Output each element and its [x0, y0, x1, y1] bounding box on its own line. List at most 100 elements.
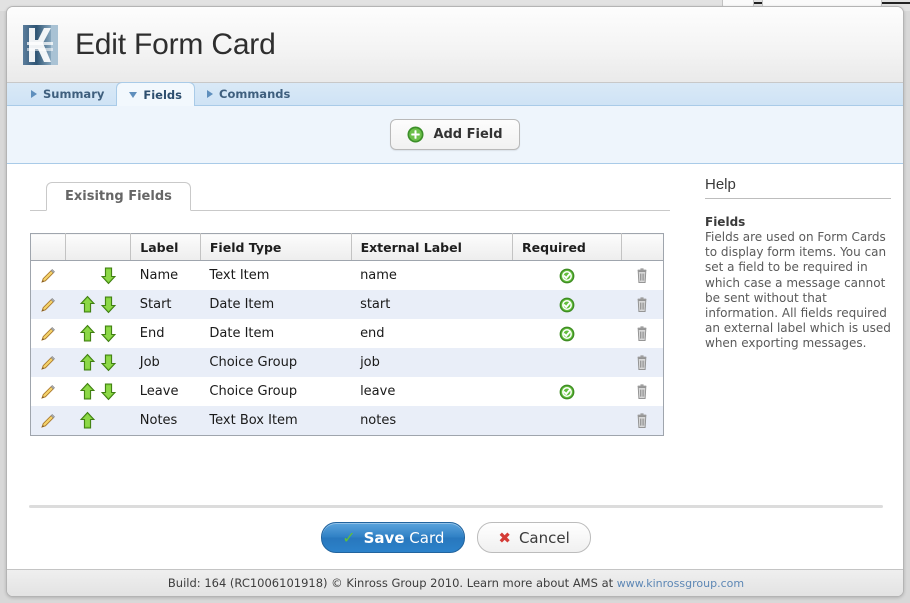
trash-icon[interactable]: [635, 383, 649, 400]
col-header-required: Required: [512, 233, 623, 261]
help-heading: Fields: [705, 215, 746, 229]
row-required-cell: [513, 377, 622, 406]
tab-existing-fields[interactable]: Exisitng Fields: [46, 182, 191, 211]
row-delete-cell[interactable]: [622, 290, 664, 319]
row-external-label-cell: leave: [360, 384, 396, 399]
save-button-rest: Card: [409, 528, 445, 547]
help-text: Fields are used on Form Cards to display…: [705, 230, 891, 351]
pencil-icon[interactable]: [40, 413, 56, 429]
trash-icon[interactable]: [635, 296, 649, 313]
arrow-up-green-icon[interactable]: [79, 382, 96, 401]
row-label-cell: Name: [139, 268, 179, 283]
reorder-controls: [74, 377, 122, 406]
move-down-slot: [99, 410, 118, 431]
arrow-up-green-icon[interactable]: [79, 353, 96, 372]
move-up-slot: [78, 352, 97, 373]
row-type-cell: Date Item: [209, 297, 275, 312]
pencil-icon[interactable]: [40, 297, 56, 313]
row-delete-cell[interactable]: [622, 319, 664, 348]
tab-commands[interactable]: Commands: [195, 82, 302, 105]
table-row: Notes Text Box Item notes: [30, 406, 664, 436]
table-row: End Date Item end: [30, 319, 664, 348]
row-edit-cell[interactable]: [31, 290, 66, 319]
row-external-label-cell: end: [360, 326, 385, 341]
row-move-cell: [65, 406, 131, 436]
row-edit-cell[interactable]: [31, 406, 66, 436]
check-icon: ✓: [342, 528, 356, 547]
pencil-icon[interactable]: [40, 326, 56, 342]
move-down-slot: [99, 352, 118, 373]
row-edit-cell[interactable]: [31, 377, 66, 406]
check-circle-green-icon: [559, 384, 575, 399]
row-external-label-cell: name: [360, 268, 397, 283]
arrow-up-green-icon[interactable]: [79, 411, 96, 430]
action-toolbar: Add Field: [7, 106, 903, 164]
move-up-slot: [78, 294, 97, 315]
check-circle-green-icon: [559, 326, 575, 341]
check-circle-green-icon: [559, 268, 575, 283]
status-bar-text: Build: 164 (RC1006101918) © Kinross Grou…: [167, 576, 614, 590]
col-header-type: Field Type: [200, 233, 352, 261]
row-delete-cell[interactable]: [622, 377, 664, 406]
form-button-row: ✓ Save Card ✖ Cancel: [7, 522, 903, 553]
pencil-icon[interactable]: [40, 355, 56, 371]
add-field-button[interactable]: Add Field: [390, 119, 520, 150]
row-move-cell: [65, 290, 131, 319]
arrow-up-green-icon[interactable]: [79, 295, 96, 314]
move-up-slot: [78, 265, 97, 286]
row-external-label-cell: job: [360, 355, 380, 370]
row-label-cell: Job: [139, 355, 160, 370]
trash-icon[interactable]: [635, 412, 649, 429]
row-move-cell: [65, 348, 131, 377]
trash-icon[interactable]: [635, 267, 649, 284]
tab-existing-fields-label: Exisitng Fields: [65, 189, 172, 204]
row-edit-cell[interactable]: [31, 261, 66, 291]
move-up-slot: [78, 410, 97, 431]
status-bar: Build: 164 (RC1006101918) © Kinross Grou…: [7, 569, 903, 596]
row-delete-cell[interactable]: [622, 261, 664, 291]
fields-panel: Exisitng Fields Label Field Type Externa…: [30, 182, 670, 436]
row-move-cell: [65, 319, 131, 348]
tab-summary[interactable]: Summary: [19, 82, 116, 105]
content-area: Exisitng Fields Label Field Type Externa…: [7, 164, 903, 496]
arrow-down-green-icon[interactable]: [100, 353, 117, 372]
arrow-up-green-icon[interactable]: [79, 324, 96, 343]
pencil-icon[interactable]: [40, 268, 56, 284]
arrow-down-green-icon[interactable]: [100, 324, 117, 343]
table-row: Job Choice Group job: [30, 348, 664, 377]
row-move-cell: [65, 377, 131, 406]
row-type-cell: Text Item: [209, 268, 270, 283]
triangle-right-icon: [207, 89, 213, 98]
row-edit-cell[interactable]: [31, 319, 66, 348]
save-card-button[interactable]: ✓ Save Card: [321, 522, 466, 553]
kinross-group-link[interactable]: www.kinrossgroup.com: [617, 577, 744, 590]
pencil-icon[interactable]: [40, 384, 56, 400]
row-delete-cell[interactable]: [622, 348, 664, 377]
row-type-cell: Choice Group: [209, 384, 298, 399]
row-type-cell: Choice Group: [209, 355, 298, 370]
tab-fields-label: Fields: [143, 87, 182, 102]
arrow-down-green-icon[interactable]: [100, 382, 117, 401]
title-bar: Edit Form Card: [7, 7, 903, 83]
cancel-button-label: Cancel: [518, 528, 570, 547]
tab-summary-label: Summary: [43, 86, 105, 101]
trash-icon[interactable]: [635, 325, 649, 342]
row-external-label-cell: start: [360, 297, 391, 312]
arrow-down-green-icon[interactable]: [100, 295, 117, 314]
reorder-controls: [74, 261, 122, 290]
row-required-cell: [513, 406, 622, 436]
sub-tab-row: Exisitng Fields: [30, 182, 670, 211]
move-down-slot: [99, 323, 118, 344]
col-header-edit: [30, 233, 66, 261]
cancel-button[interactable]: ✖ Cancel: [477, 522, 591, 553]
arrow-down-green-icon[interactable]: [100, 266, 117, 285]
row-label-cell: End: [139, 326, 165, 341]
row-required-cell: [513, 290, 622, 319]
row-delete-cell[interactable]: [622, 406, 664, 436]
table-row: Leave Choice Group leave: [30, 377, 664, 406]
tab-fields[interactable]: Fields: [116, 82, 195, 106]
row-edit-cell[interactable]: [31, 348, 66, 377]
trash-icon[interactable]: [635, 354, 649, 371]
fields-table: Label Field Type External Label Required…: [30, 233, 664, 436]
table-header-row: Label Field Type External Label Required: [30, 233, 664, 261]
